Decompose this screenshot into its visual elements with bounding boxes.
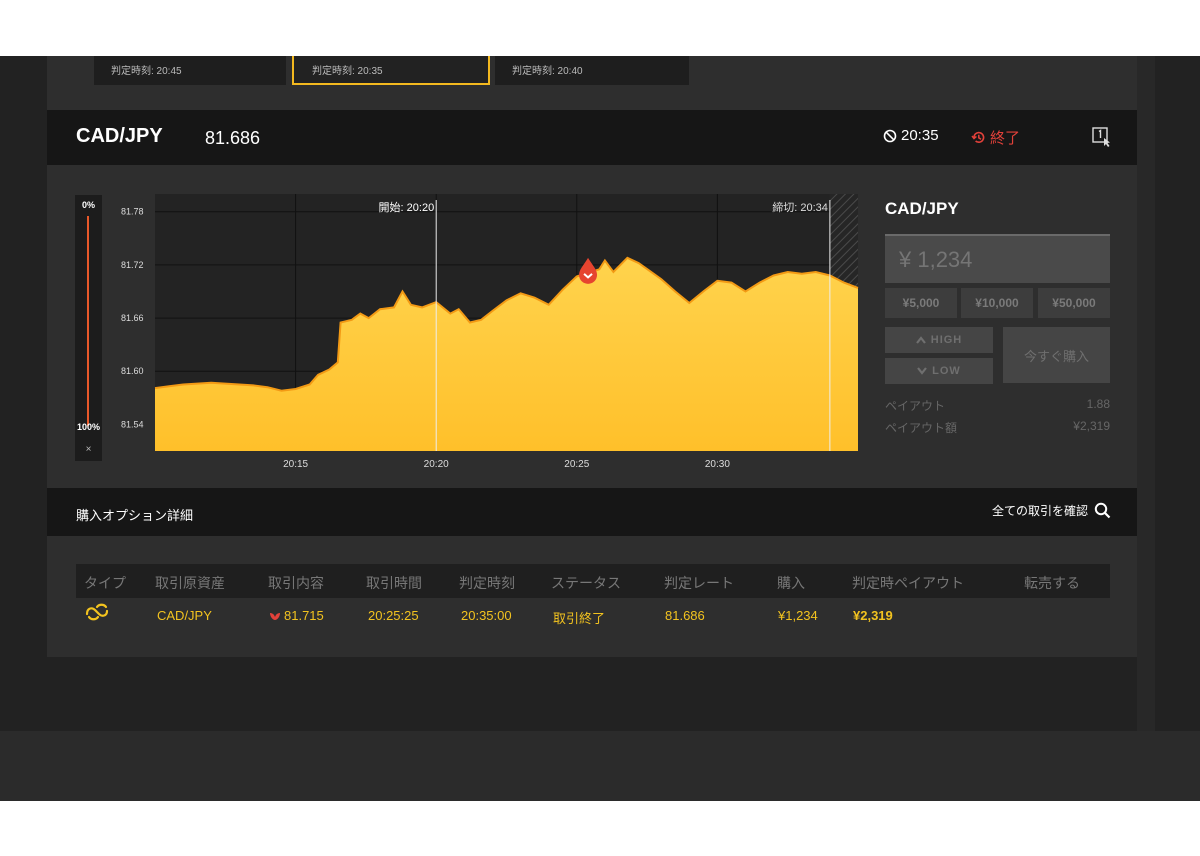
column-direction: 取引内容 <box>268 575 324 591</box>
no-entry-icon <box>883 129 897 142</box>
all-trades-label: 全ての取引を確認 <box>991 504 1088 518</box>
row-direction-rate: 81.715 <box>284 608 324 623</box>
pair-header: CAD/JPY 81.686 20:35 終了 <box>47 110 1137 165</box>
gauge-top-label: 0% <box>81 200 95 210</box>
status-indicator: 終了 <box>971 127 1020 148</box>
column-purchase: 購入 <box>777 575 805 591</box>
window-cursor-icon <box>1092 127 1110 147</box>
column-type: タイプ <box>84 575 126 591</box>
preset-10000-button[interactable]: ¥10,000 <box>961 288 1033 318</box>
x-tick-label: 20:30 <box>705 459 730 470</box>
gauge-bottom-label: 100% <box>76 422 101 432</box>
low-button[interactable]: LOW <box>885 358 993 384</box>
option-card-label: 判定時刻: 20:40 <box>512 66 583 77</box>
sentiment-gauge: 0% 100% × <box>75 195 102 461</box>
row-status: 取引終了 <box>553 611 606 626</box>
search-icon <box>1094 502 1111 519</box>
column-trade-time: 取引時間 <box>366 575 422 591</box>
details-title: 購入オプション詳細 <box>76 508 194 523</box>
column-asset: 取引原資産 <box>155 575 225 591</box>
high-label: HIGH <box>930 334 963 346</box>
column-resell: 転売する <box>1024 575 1080 591</box>
payout-amount-label: ペイアウト額 <box>885 421 958 435</box>
row-purchase: ¥1,234 <box>778 608 818 623</box>
y-tick-label: 81.72 <box>121 260 144 270</box>
option-card-2045[interactable]: 判定時刻: 20:45 <box>94 56 286 85</box>
chevron-up-icon <box>915 336 926 344</box>
expiry-time: 20:35 <box>883 127 939 144</box>
details-header: 購入オプション詳細 全ての取引を確認 <box>47 488 1137 536</box>
main-panel: 判定時刻: 20:45 判定時刻: 20:35 判定時刻: 20:40 CAD/… <box>47 56 1137 657</box>
right-gutter <box>1137 56 1155 731</box>
option-card-label: 判定時刻: 20:45 <box>111 66 182 77</box>
high-button[interactable]: HIGH <box>885 327 993 353</box>
amount-input[interactable] <box>885 234 1110 283</box>
payout-value: 1.88 <box>1086 397 1110 411</box>
low-label: LOW <box>932 365 961 377</box>
payout-amount-row: ペイアウト額 ¥2,319 <box>885 419 1110 436</box>
payout-label: ペイアウト <box>885 399 946 413</box>
row-asset: CAD/JPY <box>157 608 212 623</box>
preset-5000-button[interactable]: ¥5,000 <box>885 288 957 318</box>
expiry-time-label: 20:35 <box>901 127 939 144</box>
column-payout: 判定時ペイアウト <box>852 575 964 591</box>
app-footer <box>0 731 1200 801</box>
y-tick-label: 81.60 <box>121 366 144 376</box>
x-tick-label: 20:15 <box>283 459 308 470</box>
row-expiry-time: 20:35:00 <box>461 608 512 623</box>
start-label: 開始: 20:20 <box>379 200 435 214</box>
row-trade-time: 20:25:25 <box>368 608 419 623</box>
column-expiry-rate: 判定レート <box>664 575 734 591</box>
column-expiry-time: 判定時刻 <box>459 575 515 591</box>
row-expiry-rate: 81.686 <box>665 608 705 623</box>
option-card-2035[interactable]: 判定時刻: 20:35 <box>292 56 490 85</box>
gauge-close-button[interactable]: × <box>75 444 102 455</box>
option-card-label: 判定時刻: 20:35 <box>312 66 383 77</box>
payout-row: ペイアウト 1.88 <box>885 397 1110 414</box>
deadline-label: 締切: 20:34 <box>772 200 828 214</box>
option-card-2040[interactable]: 判定時刻: 20:40 <box>495 56 689 85</box>
app-window: 判定時刻: 20:45 判定時刻: 20:35 判定時刻: 20:40 CAD/… <box>0 56 1200 801</box>
status-label: 終了 <box>990 130 1021 147</box>
gauge-bar <box>87 216 89 426</box>
row-payout: ¥2,319 <box>853 608 893 623</box>
low-direction-icon <box>270 612 280 620</box>
x-tick-label: 20:20 <box>424 459 449 470</box>
row-direction: 81.715 <box>269 608 324 623</box>
buy-now-button[interactable]: 今すぐ購入 <box>1003 327 1110 383</box>
screen-mode-toggle[interactable] <box>1091 126 1113 148</box>
payout-amount-value: ¥2,319 <box>1073 419 1110 433</box>
chevron-down-icon <box>917 367 928 375</box>
preset-50000-button[interactable]: ¥50,000 <box>1038 288 1110 318</box>
all-trades-link[interactable]: 全ての取引を確認 <box>992 502 1111 519</box>
x-tick-label: 20:25 <box>564 459 589 470</box>
history-icon <box>971 131 985 144</box>
pair-name: CAD/JPY <box>76 125 163 147</box>
price-chart: 開始: 20:20 締切: 20:34 81.78 81.72 81.66 81.60… <box>121 194 859 470</box>
y-tick-label: 81.66 <box>121 313 144 323</box>
y-tick-label: 81.78 <box>121 207 144 217</box>
current-rate: 81.686 <box>205 128 261 148</box>
column-status: ステータス <box>551 575 621 591</box>
option-type-icon <box>85 603 109 621</box>
y-tick-label: 81.54 <box>121 419 144 429</box>
trade-panel-title: CAD/JPY <box>885 199 959 218</box>
table-header: タイプ 取引原資産 取引内容 取引時間 判定時刻 ステータス 判定レート 購入 … <box>76 564 1110 598</box>
